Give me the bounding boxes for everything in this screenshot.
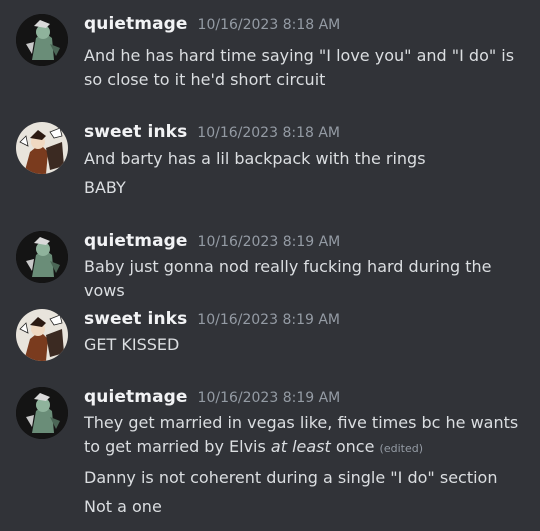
username[interactable]: sweet inks [84, 309, 187, 329]
message-text: And barty has a lil backpack with the ri… [84, 149, 426, 168]
avatar-quietmage[interactable] [16, 14, 68, 66]
message-text: GET KISSED [84, 335, 180, 354]
message-header: sweet inks 10/16/2023 8:19 AM [84, 309, 340, 333]
message-text: Baby just gonna nod really fucking hard … [84, 257, 492, 300]
message-text: Danny is not coherent during a single "I… [84, 468, 498, 487]
message-header: sweet inks 10/16/2023 8:18 AM [84, 122, 340, 146]
message-text: They get married in vegas like, five tim… [84, 411, 524, 461]
message-text-part: once [330, 437, 375, 456]
timestamp[interactable]: 10/16/2023 8:19 AM [198, 234, 341, 250]
username[interactable]: quietmage [84, 14, 188, 34]
edited-label: (edited) [379, 442, 423, 455]
timestamp[interactable]: 10/16/2023 8:19 AM [197, 312, 340, 328]
message-header: quietmage 10/16/2023 8:19 AM [84, 387, 340, 411]
avatar-quietmage[interactable] [16, 231, 68, 283]
username[interactable]: quietmage [84, 231, 188, 251]
avatar-sweet-inks[interactable] [16, 309, 68, 361]
message-text: BABY [84, 178, 126, 197]
message-header: quietmage 10/16/2023 8:19 AM [84, 231, 340, 255]
avatar-quietmage[interactable] [16, 387, 68, 439]
message-text: Not a one [84, 497, 162, 516]
username[interactable]: sweet inks [84, 122, 187, 142]
timestamp[interactable]: 10/16/2023 8:19 AM [198, 390, 341, 406]
avatar-sweet-inks[interactable] [16, 122, 68, 174]
message-header: quietmage 10/16/2023 8:18 AM [84, 14, 340, 38]
username[interactable]: quietmage [84, 387, 188, 407]
timestamp[interactable]: 10/16/2023 8:18 AM [198, 17, 341, 33]
emphasis-text: at least [270, 437, 331, 456]
message-text: And he has hard time saying "I love you"… [84, 46, 515, 89]
timestamp[interactable]: 10/16/2023 8:18 AM [197, 125, 340, 141]
